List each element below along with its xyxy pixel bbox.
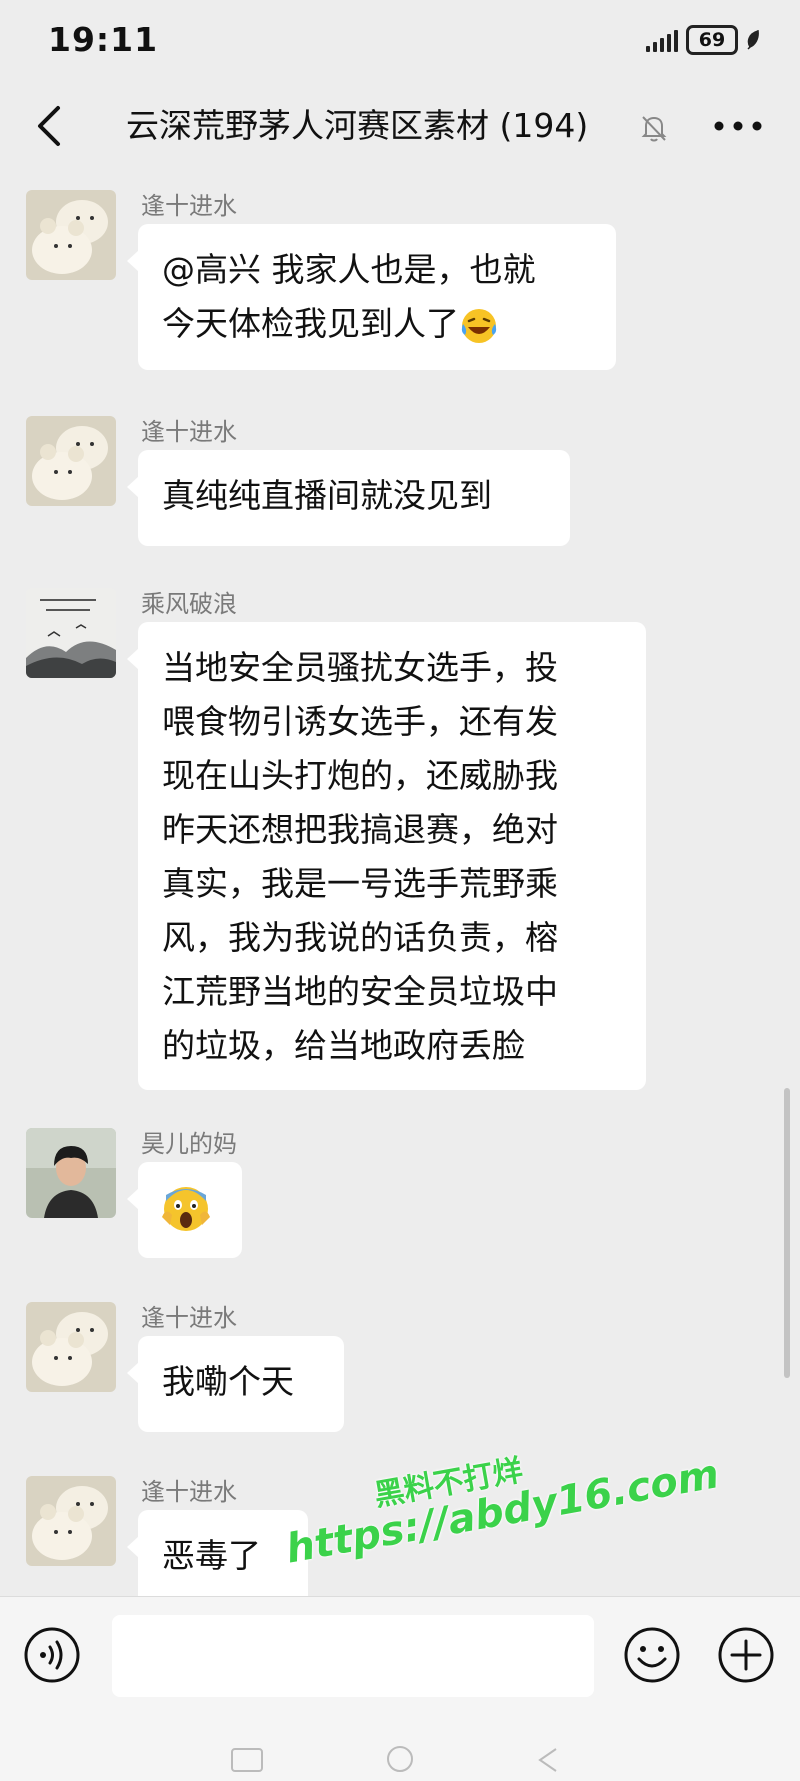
avatar[interactable] xyxy=(26,588,116,678)
more-dots-icon[interactable] xyxy=(712,118,764,134)
battery-icon: 69 xyxy=(686,25,738,55)
message-line: 喂食物引诱女选手，还有发 xyxy=(162,702,558,741)
chat-title[interactable]: 云深荒野茅人河赛区素材 (194) xyxy=(126,104,646,148)
plus-icon[interactable] xyxy=(716,1625,776,1685)
message-bubble[interactable]: 恶毒了 xyxy=(127,1510,308,1606)
message-line: 风，我为我说的话负责，榕 xyxy=(162,918,558,957)
ink-painting-avatar-icon xyxy=(26,588,116,678)
voice-icon[interactable] xyxy=(22,1625,82,1685)
message-line: 恶毒了 xyxy=(162,1536,261,1575)
message-list[interactable]: 逢十进水 @高兴 我家人也是，也就 今天体检我见到人了 逢十进水 真纯纯直播间就… xyxy=(0,170,800,1606)
sender-name: 逢十进水 xyxy=(141,418,237,446)
sender-name: 逢十进水 xyxy=(141,1304,237,1332)
status-time: 19:11 xyxy=(48,20,159,59)
woman-photo-avatar-icon xyxy=(26,1128,116,1218)
back-arrow-icon[interactable] xyxy=(28,100,72,152)
chat-header: 云深荒野茅人河赛区素材 (194) xyxy=(0,82,800,170)
member-count: (194) xyxy=(499,106,589,145)
sender-name: 逢十进水 xyxy=(141,1478,237,1506)
status-icons: 69 xyxy=(646,24,760,56)
sender-name: 昊儿的妈 xyxy=(141,1130,237,1158)
message-input[interactable] xyxy=(112,1615,594,1697)
message-line: 今天体检我见到人了 xyxy=(162,304,459,343)
system-nav-bar xyxy=(231,1746,557,1772)
message-line: 真实，我是一号选手荒野乘 xyxy=(162,864,558,903)
message-bubble[interactable]: 真纯纯直播间就没见到 xyxy=(127,450,570,546)
message-bubble[interactable] xyxy=(127,1162,242,1258)
message-bubble[interactable]: 我嘞个天 xyxy=(127,1336,344,1432)
bear-avatar-icon xyxy=(26,1302,116,1392)
signal-icon xyxy=(646,28,678,52)
bear-avatar-icon xyxy=(26,190,116,280)
message-line: 江荒野当地的安全员垃圾中 xyxy=(162,972,558,1011)
mute-bell-icon xyxy=(641,116,667,142)
message-line: 昨天还想把我搞退赛，绝对 xyxy=(162,810,558,849)
message-bubble[interactable]: @高兴 我家人也是，也就 今天体检我见到人了 xyxy=(127,224,616,370)
avatar[interactable] xyxy=(26,1476,116,1566)
message-line: 真纯纯直播间就没见到 xyxy=(162,476,492,515)
input-bar xyxy=(0,1596,800,1781)
grinning-face-with-tears-emoji xyxy=(461,308,497,343)
face-screaming-in-fear-emoji xyxy=(162,1187,210,1231)
bear-avatar-icon xyxy=(26,1476,116,1566)
group-name: 云深荒野茅人河赛区素材 xyxy=(126,106,489,145)
bear-avatar-icon xyxy=(26,416,116,506)
message-line: 的垃圾，给当地政府丢脸 xyxy=(162,1026,525,1065)
avatar[interactable] xyxy=(26,416,116,506)
sender-name: 乘风破浪 xyxy=(141,590,237,618)
status-bar: 19:11 69 xyxy=(0,0,800,82)
message-line: 当地安全员骚扰女选手，投 xyxy=(162,648,558,687)
sender-name: 逢十进水 xyxy=(141,192,237,220)
message-line: @高兴 我家人也是，也就 xyxy=(162,250,536,289)
message-line: 我嘞个天 xyxy=(162,1362,294,1401)
emoji-icon[interactable] xyxy=(622,1625,682,1685)
avatar[interactable] xyxy=(26,1302,116,1392)
avatar[interactable] xyxy=(26,1128,116,1218)
leaf-icon xyxy=(747,30,759,50)
message-bubble[interactable]: 当地安全员骚扰女选手，投 喂食物引诱女选手，还有发 现在山头打炮的，还威胁我 昨… xyxy=(127,622,646,1090)
avatar[interactable] xyxy=(26,190,116,280)
scrollbar[interactable] xyxy=(784,1088,790,1378)
message-line: 现在山头打炮的，还威胁我 xyxy=(162,756,558,795)
